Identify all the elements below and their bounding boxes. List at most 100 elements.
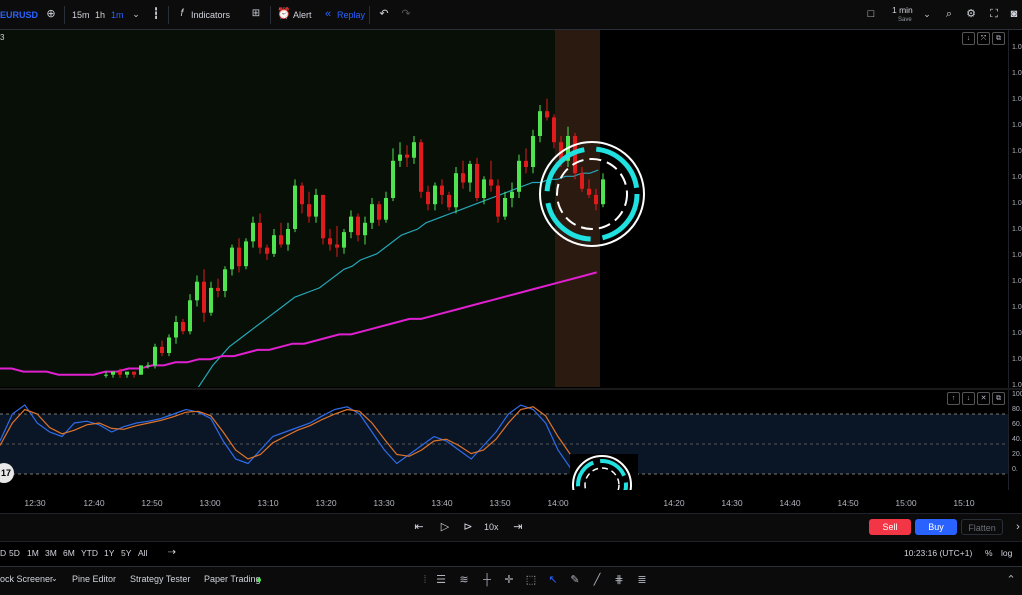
candle-body: [188, 300, 192, 332]
candle-body: [370, 204, 374, 223]
interval-1h[interactable]: 1h: [95, 7, 105, 23]
chevron-up-icon[interactable]: ⌃: [1003, 572, 1019, 588]
clock-readout[interactable]: 10:23:16 (UTC+1): [904, 548, 972, 558]
time-tick-label: 12:50: [141, 498, 163, 508]
price-tick: 1.0: [1012, 252, 1022, 259]
price-tick: 1.0: [1012, 96, 1022, 103]
sell-button[interactable]: Sell: [869, 519, 911, 535]
gear-icon[interactable]: ⚙: [963, 6, 979, 22]
candle-style-icon[interactable]: ┇: [148, 6, 164, 22]
tab-pine-editor[interactable]: Pine Editor: [72, 574, 116, 584]
pane-close-icon[interactable]: ✕: [977, 392, 990, 405]
chevron-down-icon[interactable]: ⌄: [919, 6, 935, 22]
pattern-tool-icon[interactable]: ≋: [456, 572, 472, 588]
candle-body: [356, 216, 360, 236]
range-ytd[interactable]: YTD: [81, 548, 98, 558]
candle-body: [496, 185, 500, 217]
select-box-icon[interactable]: ⬚: [523, 572, 539, 588]
replay-icon[interactable]: «: [320, 6, 336, 22]
alarm-clock-icon[interactable]: ⏰: [276, 6, 292, 22]
time-axis[interactable]: 12:30 12:40 12:50 13:00 13:10 13:20 13:30 13:40…: [0, 493, 1008, 513]
bar-tool-icon[interactable]: ☰: [433, 572, 449, 588]
range-1y[interactable]: 1Y: [104, 548, 114, 558]
redo-icon[interactable]: ↷: [398, 6, 414, 22]
pane-collapse-icon[interactable]: ⤧: [977, 32, 990, 45]
pane-maximize-icon[interactable]: ⧉: [992, 392, 1005, 405]
tab-strategy-tester[interactable]: Strategy Tester: [130, 574, 190, 584]
pane-maximize-icon[interactable]: ⧉: [992, 32, 1005, 45]
candle-body: [510, 191, 514, 198]
stochastic-pane[interactable]: [0, 390, 1008, 490]
interval-15m[interactable]: 15m: [72, 7, 90, 23]
time-tick-label: 13:10: [257, 498, 279, 508]
pane-down-icon[interactable]: ↓: [962, 32, 975, 45]
interval-1m[interactable]: 1m: [111, 7, 124, 23]
time-tick-label: 14:40: [779, 498, 801, 508]
text-lines-icon[interactable]: ≣: [634, 572, 650, 588]
alert-button[interactable]: Alert: [293, 7, 312, 23]
candle-body: [384, 198, 388, 220]
tab-paper-trading[interactable]: Paper Trading: [204, 574, 261, 584]
range-1m[interactable]: 1M: [27, 548, 39, 558]
pen-icon[interactable]: ✎: [567, 572, 583, 588]
price-scale[interactable]: 1.0 1.0 1.0 1.0 1.0 1.0 1.0 1.0 1.0 1.0 1.0 1.0 1.0 1…: [1008, 30, 1022, 390]
replay-speed[interactable]: 10x: [484, 519, 499, 535]
range-partial[interactable]: D: [0, 548, 6, 558]
replay-button[interactable]: Replay: [337, 7, 365, 23]
search-icon[interactable]: ⌕: [941, 6, 957, 22]
candle-body: [461, 173, 465, 183]
date-range-bar: D 5D 1M 3M 6M YTD 1Y 5Y All ⇢ 10:23:16 (…: [0, 543, 1022, 563]
drag-handle-icon[interactable]: ⁞: [417, 572, 433, 588]
crosshair-icon[interactable]: ✛: [501, 572, 517, 588]
range-5d[interactable]: 5D: [9, 548, 20, 558]
candle-body: [153, 346, 157, 366]
price-chart[interactable]: [0, 30, 1008, 387]
step-forward-icon[interactable]: ⊳: [460, 519, 476, 535]
buy-button[interactable]: Buy: [915, 519, 957, 535]
candle-body: [342, 232, 346, 248]
undo-icon[interactable]: ↶: [376, 6, 392, 22]
pane-up-icon[interactable]: ↑: [947, 392, 960, 405]
symbol-search[interactable]: EURUSD: [0, 7, 38, 23]
price-tick: 1.0: [1012, 356, 1022, 363]
candle-body: [272, 235, 276, 254]
camera-icon[interactable]: ◙: [1006, 6, 1022, 22]
add-symbol-icon[interactable]: ⊕: [43, 6, 59, 22]
percent-toggle[interactable]: %: [985, 548, 993, 558]
cursor-icon[interactable]: ↖: [545, 572, 561, 588]
pane-down-icon[interactable]: ↓: [962, 392, 975, 405]
chevron-down-icon[interactable]: ⌄: [51, 574, 58, 583]
candle-body: [412, 142, 416, 158]
log-toggle[interactable]: log: [1001, 548, 1012, 558]
jump-to-start-icon[interactable]: ⇤: [411, 519, 427, 535]
status-dot: [257, 578, 261, 582]
candle-body: [314, 194, 318, 217]
fib-tool-icon[interactable]: ⋕: [611, 572, 627, 588]
chevron-right-icon[interactable]: ›: [1010, 519, 1022, 535]
trend-line-icon[interactable]: ╱: [589, 572, 605, 588]
time-tick-label: 12:40: [83, 498, 105, 508]
vertical-line-icon[interactable]: ┼: [479, 572, 495, 588]
fullscreen-icon[interactable]: ⛶: [986, 6, 1002, 22]
save-label[interactable]: Save: [898, 12, 912, 28]
jump-to-end-icon[interactable]: ⇥: [510, 519, 526, 535]
chevron-down-icon[interactable]: ⌄: [128, 6, 144, 22]
range-all[interactable]: All: [138, 548, 147, 558]
price-tick: 1.0: [1012, 200, 1022, 207]
layout-square-icon[interactable]: □: [863, 6, 879, 22]
range-6m[interactable]: 6M: [63, 548, 75, 558]
play-icon[interactable]: ▷: [437, 519, 453, 535]
oscillator-scale[interactable]: 100 80. 60. 40. 20. 0.: [1008, 390, 1022, 490]
range-3m[interactable]: 3M: [45, 548, 57, 558]
indicators-button[interactable]: Indicators: [191, 7, 230, 23]
goto-date-icon[interactable]: ⇢: [164, 545, 180, 561]
oscillator-tick: 0.: [1012, 466, 1018, 473]
layouts-icon[interactable]: ⊞: [248, 6, 264, 22]
indicators-icon[interactable]: 𝑓: [174, 6, 190, 22]
range-5y[interactable]: 5Y: [121, 548, 131, 558]
tab-stock-screener[interactable]: ock Screener: [0, 574, 53, 584]
candle-body: [580, 173, 584, 189]
flatten-button[interactable]: Flatten: [961, 519, 1003, 535]
candle-body: [454, 173, 458, 208]
candle-body: [160, 346, 164, 353]
